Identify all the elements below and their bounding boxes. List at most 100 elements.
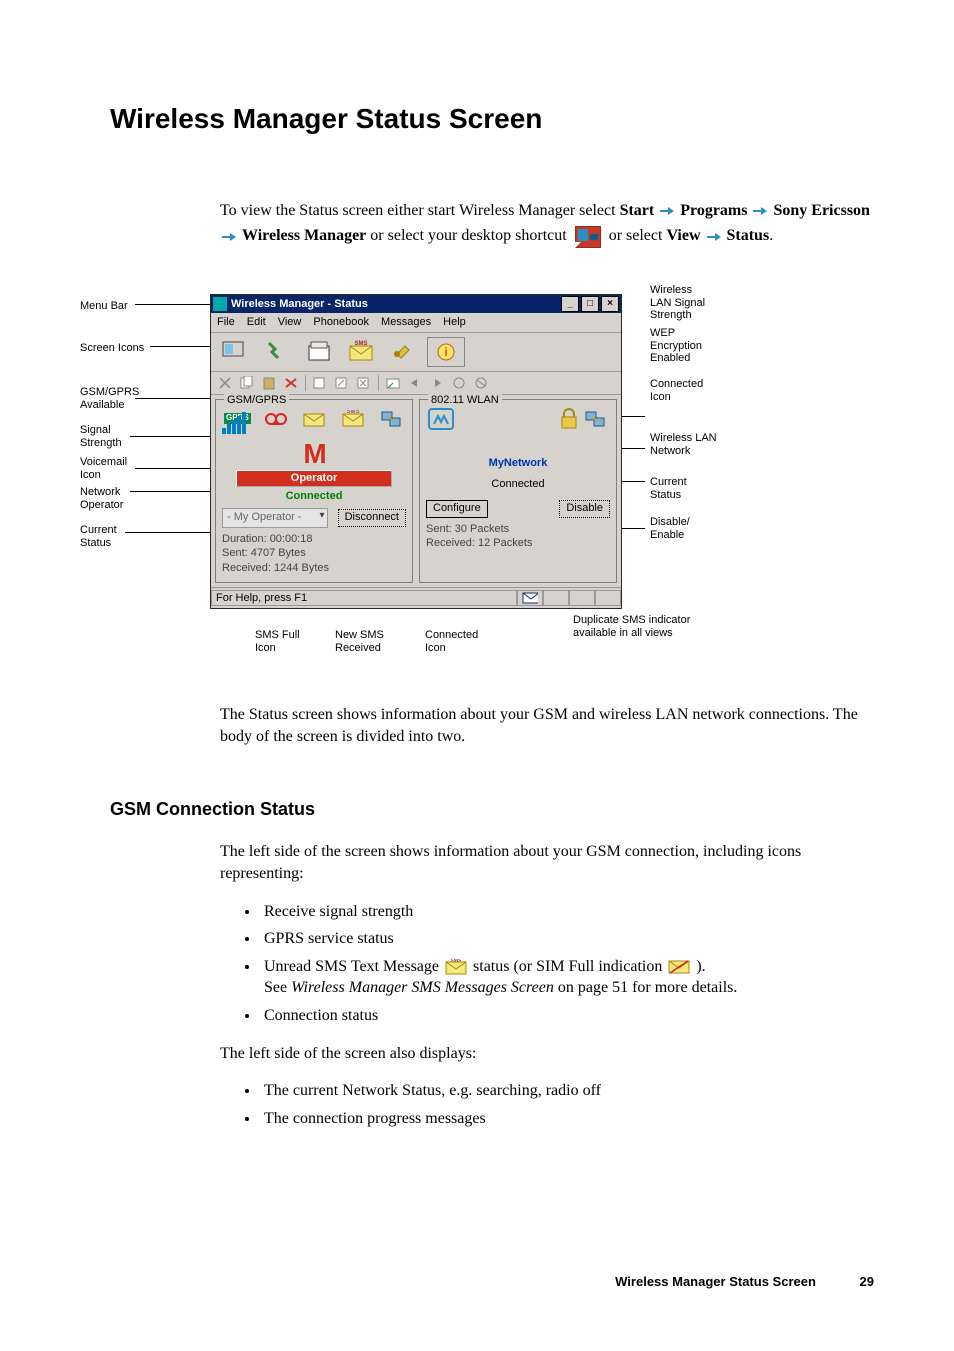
- menu-help[interactable]: Help: [443, 315, 466, 330]
- new-entry-icon[interactable]: [310, 374, 330, 392]
- disable-button[interactable]: Disable: [559, 500, 610, 518]
- gsm-duration: Duration: 00:00:18: [222, 532, 406, 547]
- connect-icon[interactable]: [449, 374, 469, 392]
- callout-current-status-right: Current Status: [650, 476, 687, 501]
- wlan-signal-icon: [428, 408, 454, 430]
- menu-edit[interactable]: Edit: [247, 315, 266, 330]
- svg-text:SMS: SMS: [346, 410, 359, 415]
- settings-icon[interactable]: [385, 337, 421, 365]
- path-view: View: [666, 227, 700, 244]
- gsm-connection-heading: GSM Connection Status: [110, 797, 874, 821]
- callout-connected-icon: Connected Icon: [650, 378, 703, 403]
- li3-link: Wireless Manager SMS Messages Screen: [291, 979, 554, 996]
- arrow-right-icon: [753, 206, 767, 216]
- sms-envelope-icon: SMS: [445, 959, 467, 975]
- gsm-sent: Sent: 4707 Bytes: [222, 546, 406, 561]
- intro-paragraph: To view the Status screen either start W…: [220, 198, 874, 249]
- callout-gsm-available: GSM/GPRS Available: [80, 386, 139, 411]
- li3-text-c: ).: [696, 958, 705, 975]
- app-icon: [213, 297, 227, 311]
- path-start: Start: [620, 202, 655, 219]
- new-sms-icon: [301, 408, 327, 430]
- list-item: The current Network Status, e.g. searchi…: [260, 1080, 874, 1102]
- panel-row: GSM/GPRS GPRS SMS: [211, 395, 621, 587]
- gsm-left-also: The left side of the screen also display…: [220, 1043, 874, 1065]
- menu-messages[interactable]: Messages: [381, 315, 431, 330]
- menu-view[interactable]: View: [278, 315, 302, 330]
- list-item: Unread SMS Text Message SMS status (or S…: [260, 956, 874, 999]
- sms-icon[interactable]: SMS: [343, 337, 379, 365]
- svg-text:SMS: SMS: [354, 341, 367, 347]
- callout-duplicate-sms: Duplicate SMS indicator available in all…: [573, 614, 690, 639]
- forward-icon[interactable]: [427, 374, 447, 392]
- reply-icon[interactable]: [405, 374, 425, 392]
- operator-select[interactable]: - My Operator -: [222, 508, 328, 528]
- statusbar-sms-icon: [517, 590, 543, 606]
- toolbar-small: [211, 372, 621, 395]
- menu-bar: File Edit View Phonebook Messages Help: [211, 313, 621, 333]
- gsm-received: Received: 1244 Bytes: [222, 561, 406, 576]
- page-title: Wireless Manager Status Screen: [110, 100, 874, 138]
- gsm-also-list: The current Network Status, e.g. searchi…: [260, 1080, 874, 1129]
- maximize-button[interactable]: □: [581, 296, 599, 312]
- callout-disable-enable: Disable/ Enable: [650, 516, 690, 541]
- arrow-right-icon: [222, 232, 236, 242]
- menu-file[interactable]: File: [217, 315, 235, 330]
- svg-text:i: i: [444, 345, 447, 359]
- titlebar[interactable]: Wireless Manager - Status _ □ ×: [211, 295, 621, 313]
- gsm-left-intro: The left side of the screen shows inform…: [220, 841, 874, 884]
- compose-sms-icon[interactable]: [383, 374, 403, 392]
- callout-signal-strength: Signal Strength: [80, 424, 122, 449]
- menu-phonebook[interactable]: Phonebook: [313, 315, 369, 330]
- disconnect-icon[interactable]: [471, 374, 491, 392]
- delete-entry-icon[interactable]: [354, 374, 374, 392]
- intro-text-b: or select your desktop shortcut: [370, 227, 570, 244]
- cut-icon[interactable]: [215, 374, 235, 392]
- operator-label: Operator: [236, 470, 392, 487]
- sms-full-icon: SMS: [340, 408, 366, 430]
- delete-icon[interactable]: [281, 374, 301, 392]
- info-icon[interactable]: i: [427, 337, 465, 367]
- close-button[interactable]: ×: [601, 296, 619, 312]
- wlan-group: 802.11 WLAN MyNetwork: [419, 399, 617, 583]
- gsm-icons-list: Receive signal strength GPRS service sta…: [260, 901, 874, 1027]
- edit-entry-icon[interactable]: [332, 374, 352, 392]
- wlan-status-text: Connected: [426, 477, 610, 492]
- wep-lock-icon: [556, 408, 582, 430]
- status-screen-diagram: Menu Bar Screen Icons GSM/GPRS Available…: [80, 284, 740, 664]
- callout-new-sms-received: New SMS Received: [335, 629, 384, 654]
- statusbar-blank-1: [543, 590, 569, 606]
- minimize-button[interactable]: _: [561, 296, 579, 312]
- messages-screen-icon[interactable]: [301, 337, 337, 365]
- intro-period: .: [769, 227, 773, 244]
- callout-wlan-signal-strength: Wireless LAN Signal Strength: [650, 284, 705, 322]
- disconnect-button[interactable]: Disconnect: [338, 509, 406, 527]
- phonebook-screen-icon[interactable]: [259, 337, 295, 365]
- status-screen-icon[interactable]: [217, 337, 253, 365]
- voicemail-icon: [263, 408, 289, 430]
- configure-button[interactable]: Configure: [426, 500, 488, 518]
- li3-tail: on page 51 for more details.: [554, 979, 738, 996]
- callout-wlan-network: Wireless LAN Network: [650, 432, 717, 457]
- paste-icon[interactable]: [259, 374, 279, 392]
- list-item: GPRS service status: [260, 928, 874, 950]
- li3-text-b: status (or SIM Full indication: [473, 958, 666, 975]
- callout-wep-enabled: WEP Encryption Enabled: [650, 327, 702, 365]
- callout-connected-icon-bottom: Connected Icon: [425, 629, 478, 654]
- callout-menu-bar: Menu Bar: [80, 300, 128, 313]
- wlan-received: Received: 12 Packets: [426, 536, 610, 551]
- desktop-shortcut-icon: [575, 226, 601, 248]
- list-item: Connection status: [260, 1005, 874, 1027]
- toolbar-large: SMS i: [211, 333, 621, 372]
- window-title: Wireless Manager - Status: [231, 297, 559, 312]
- callout-network-operator: Network Operator: [80, 486, 123, 511]
- wlan-group-title: 802.11 WLAN: [428, 393, 502, 408]
- page-number: 29: [860, 1273, 874, 1291]
- intro-text-a: To view the Status screen either start W…: [220, 202, 620, 219]
- wlan-connected-icon: [582, 408, 608, 430]
- arrow-right-icon: [660, 206, 674, 216]
- callout-sms-full-icon: SMS Full Icon: [255, 629, 300, 654]
- list-item: Receive signal strength: [260, 901, 874, 923]
- copy-icon[interactable]: [237, 374, 257, 392]
- arrow-right-icon: [707, 232, 721, 242]
